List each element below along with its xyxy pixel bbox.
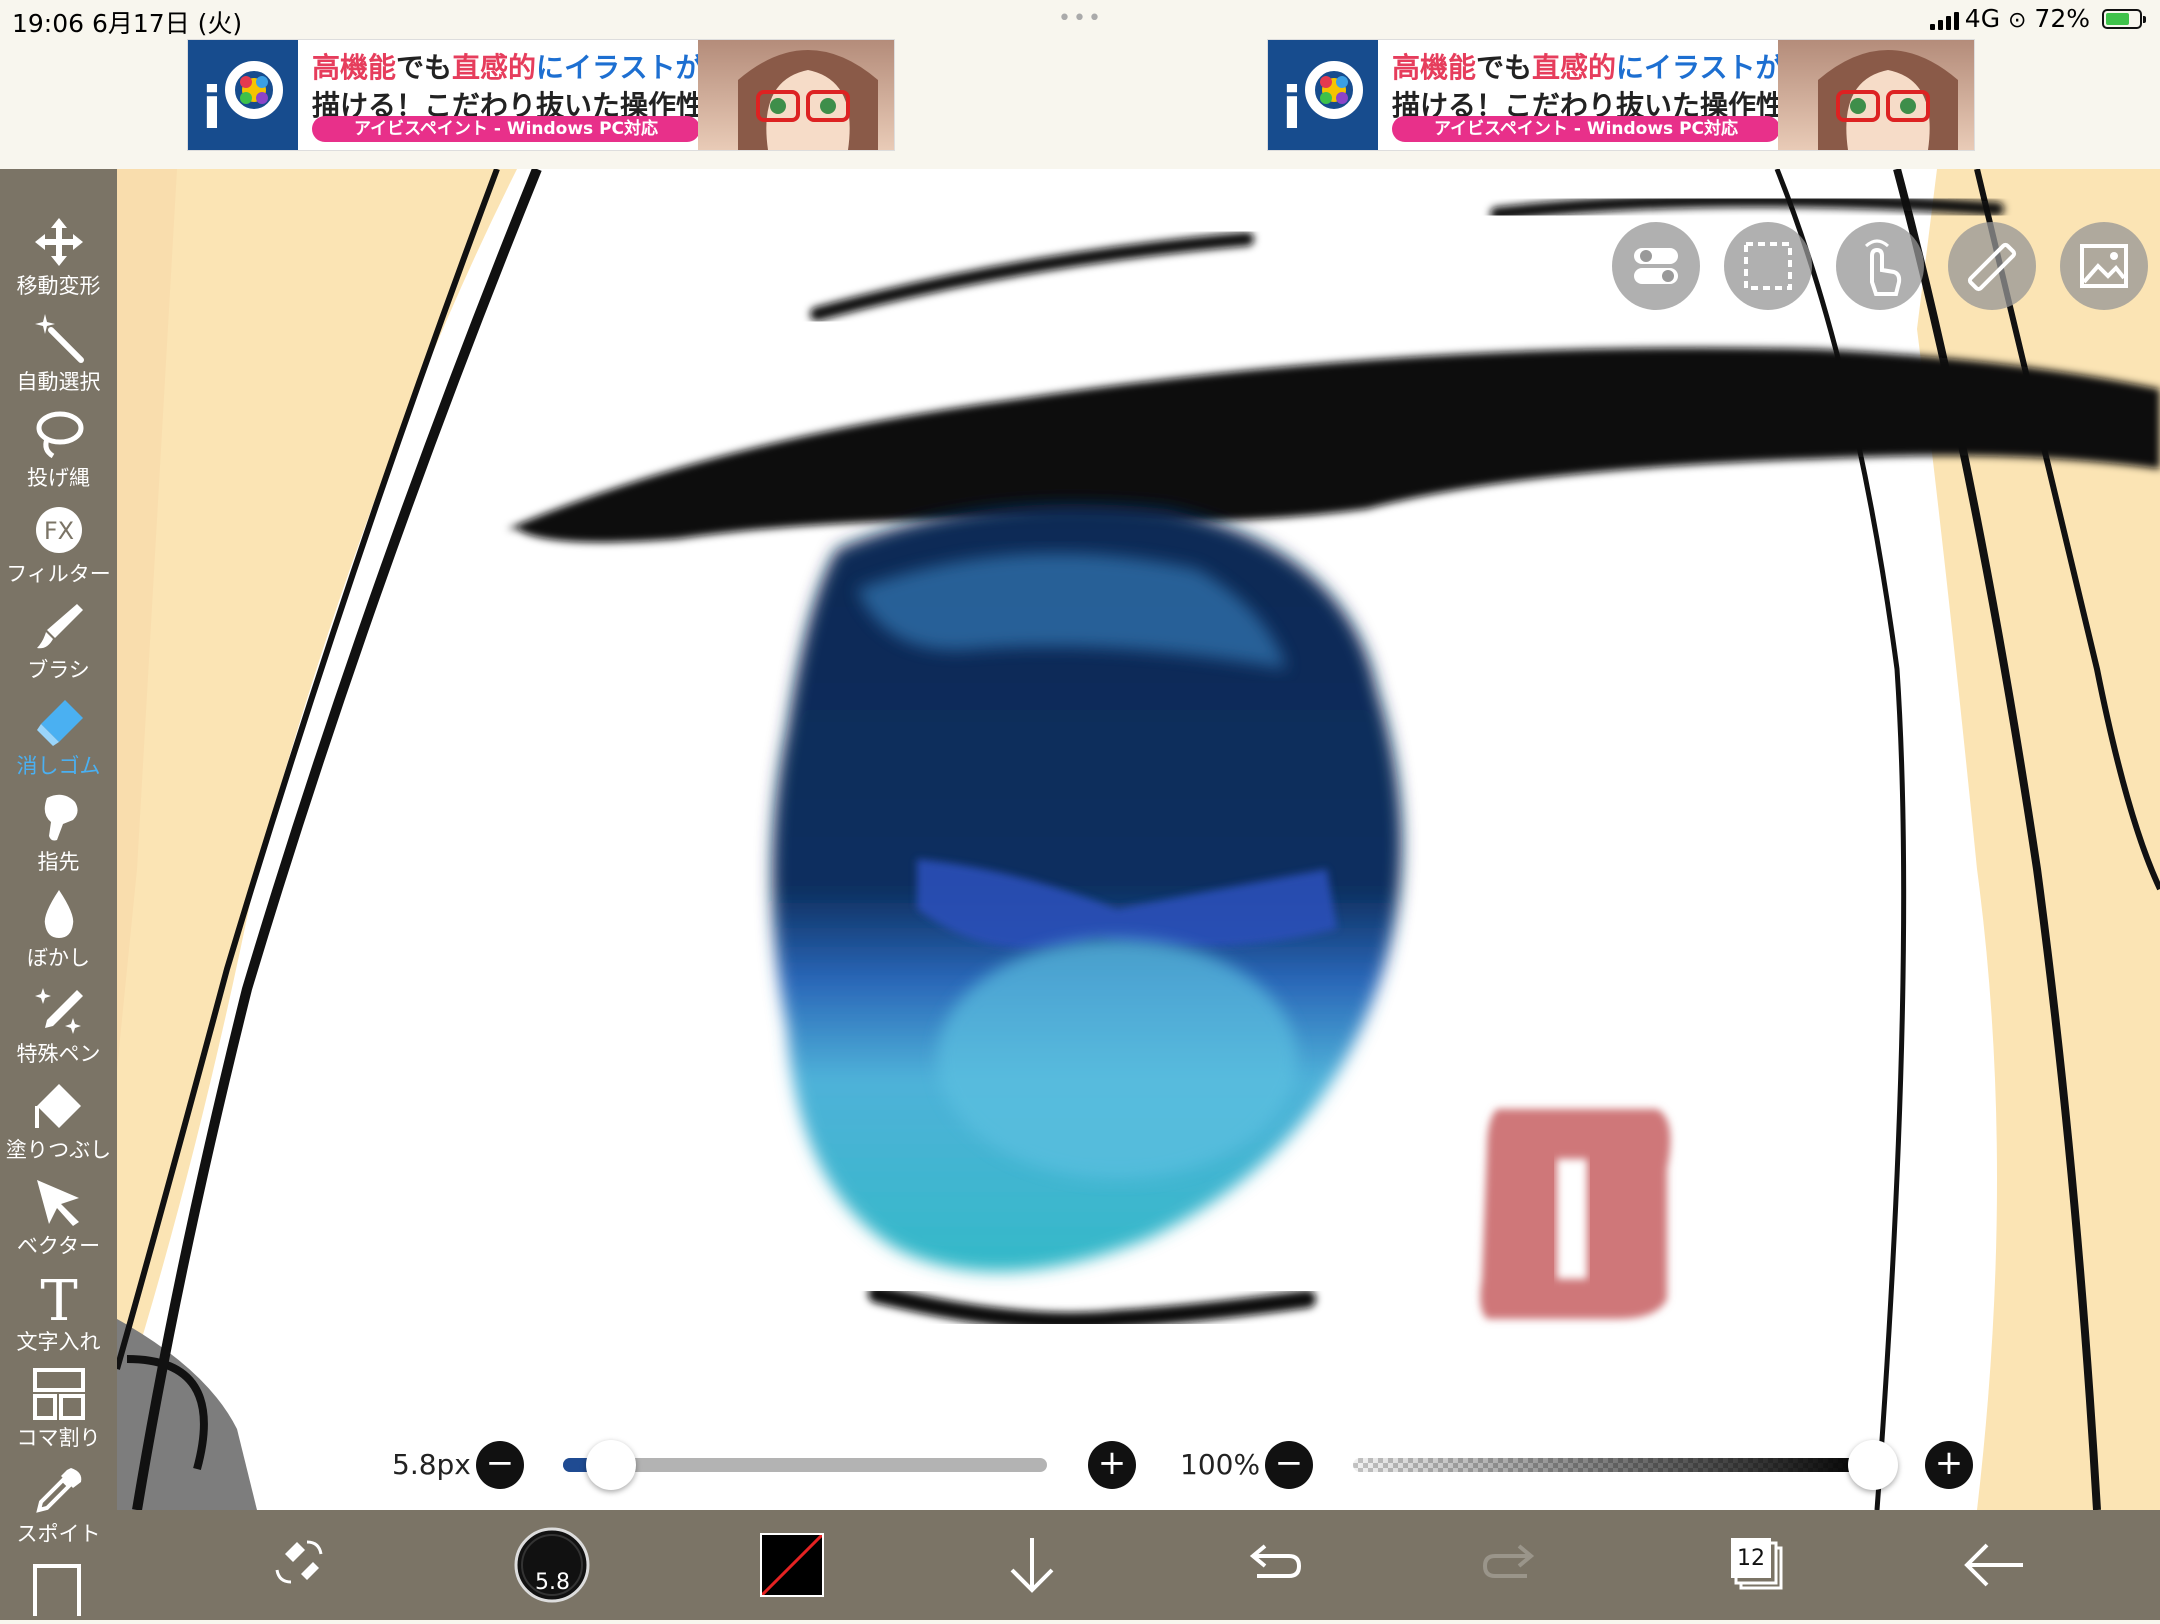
undo-icon (1249, 1544, 1302, 1578)
fill-bucket-icon (35, 1084, 81, 1128)
move-transform-icon (35, 218, 83, 266)
tool-eyedropper[interactable]: スポイト (0, 1458, 117, 1554)
tool-eraser[interactable]: 消しゴム (0, 690, 117, 786)
network-battery: 4G ⊙ 72% (1965, 4, 2090, 33)
ibispaint-logo-icon: i (1268, 40, 1378, 150)
tool-auto-select[interactable]: 自動選択 (0, 306, 117, 402)
brush-size-button[interactable]: 5.8 (497, 1510, 607, 1620)
tool-filter[interactable]: FX フィルター (0, 498, 117, 594)
svg-text:FX: FX (44, 517, 74, 545)
lasso-icon (36, 411, 84, 459)
frame-divider-icon (33, 1368, 85, 1420)
svg-text:i: i (1282, 74, 1302, 142)
layer-count: 12 (1737, 1546, 1765, 1571)
text-icon: T (40, 1272, 77, 1324)
undo-button[interactable] (1217, 1510, 1327, 1620)
svg-text:i: i (202, 74, 222, 142)
special-pen-icon (35, 988, 83, 1034)
tool-frame-divider[interactable]: コマ割り (0, 1362, 117, 1458)
ad-banner-right[interactable]: i 高機能でも直感的にイラストが 描ける！こだわり抜いた操作性！ アイビスペイン… (1268, 40, 1974, 150)
brush-size-badge: 5.8 (535, 1570, 570, 1595)
primary-color-swatch (760, 1533, 824, 1597)
reference-image-icon[interactable] (2060, 222, 2148, 310)
arrow-down-icon (1010, 1538, 1054, 1593)
smudge-finger-icon (44, 794, 78, 841)
swap-tool-button[interactable] (245, 1510, 355, 1620)
ad-pill: アイビスペイント - Windows PC対応 (312, 116, 700, 142)
swap-tool-icon (275, 1540, 323, 1584)
quick-access-toggle-icon[interactable] (1612, 222, 1700, 310)
ad-pill: アイビスペイント - Windows PC対応 (1392, 116, 1780, 142)
ad-banner-left[interactable]: i 高機能でも直感的にイラストが 描ける！こだわり抜いた操作性！ アイビスペイン… (188, 40, 894, 150)
tool-brush[interactable]: ブラシ (0, 594, 117, 690)
tool-text[interactable]: T 文字入れ (0, 1266, 117, 1362)
ruler-icon[interactable] (1948, 222, 2036, 310)
touch-gesture-icon[interactable] (1836, 222, 1924, 310)
fx-filter-icon: FX (36, 507, 82, 553)
clock-date: 19:06 6月17日 (火) (12, 9, 243, 38)
svg-text:T: T (40, 1272, 77, 1324)
eraser-icon (37, 700, 83, 746)
opacity-slider[interactable] (1353, 1458, 1873, 1472)
tool-blur[interactable]: ぼかし (0, 882, 117, 978)
layers-button[interactable]: 12 (1697, 1510, 1807, 1620)
redo-icon (1482, 1544, 1535, 1578)
blur-drop-icon (44, 890, 74, 938)
color-button[interactable] (737, 1510, 847, 1620)
opacity-minus-button[interactable]: − (1265, 1441, 1313, 1489)
network-label: 4G (1964, 4, 2001, 33)
battery-percent: 72% (2034, 4, 2090, 33)
brush-size-preview-icon (514, 1527, 590, 1603)
tool-lasso[interactable]: 投げ縄 (0, 402, 117, 498)
tool-smudge[interactable]: 指先 (0, 786, 117, 882)
opacity-thumb[interactable] (1848, 1440, 1898, 1490)
drawing-canvas[interactable]: 5.8px − + 100% − + (117, 169, 2160, 1510)
tool-sidebar: 移動変形 自動選択 投げ縄 FX フィルター ブラシ 消しゴム 指先 ぼかし 特… (0, 169, 117, 1620)
brush-size-minus-button[interactable]: − (476, 1441, 524, 1489)
brush-size-plus-button[interactable]: + (1088, 1441, 1136, 1489)
tool-special-pen[interactable]: 特殊ペン (0, 978, 117, 1074)
layer-down-button[interactable] (977, 1510, 1087, 1620)
orientation-lock-icon: ⊙ (2008, 8, 2027, 33)
tool-fill[interactable]: 塗りつぶし (0, 1074, 117, 1170)
battery-icon (2102, 9, 2146, 29)
vector-arrow-icon (37, 1180, 79, 1226)
selection-layer-icon[interactable] (1724, 222, 1812, 310)
bottom-toolbar: 5.8 12 (117, 1510, 2160, 1620)
artwork (117, 169, 2160, 1510)
ad-character-image (1778, 40, 1974, 150)
opacity-plus-button[interactable]: + (1925, 1441, 1973, 1489)
magic-wand-icon (35, 314, 84, 363)
status-bar: 19:06 6月17日 (火) ••• 4G ⊙ 72% (0, 0, 2160, 40)
ibispaint-logo-icon: i (188, 40, 298, 150)
multitask-dots[interactable]: ••• (1058, 6, 1103, 31)
arrow-left-icon (1964, 1543, 2023, 1587)
opacity-value: 100% (1180, 1448, 1261, 1481)
brush-icon (37, 604, 83, 649)
signal-icon (1930, 12, 1960, 30)
ad-headline: 高機能でも直感的にイラストが 描ける！こだわり抜いた操作性！ (312, 51, 733, 122)
ad-headline: 高機能でも直感的にイラストが 描ける！こだわり抜いた操作性！ (1392, 51, 1813, 122)
ad-character-image (698, 40, 894, 150)
eyedropper-icon (36, 1468, 82, 1513)
tool-move-transform[interactable]: 移動変形 (0, 210, 117, 306)
tool-vector[interactable]: ベクター (0, 1170, 117, 1266)
back-button[interactable] (1937, 1510, 2047, 1620)
toolbar-more-icon[interactable] (33, 1564, 81, 1616)
brush-size-value: 5.8px (392, 1448, 471, 1481)
redo-button[interactable] (1457, 1510, 1567, 1620)
